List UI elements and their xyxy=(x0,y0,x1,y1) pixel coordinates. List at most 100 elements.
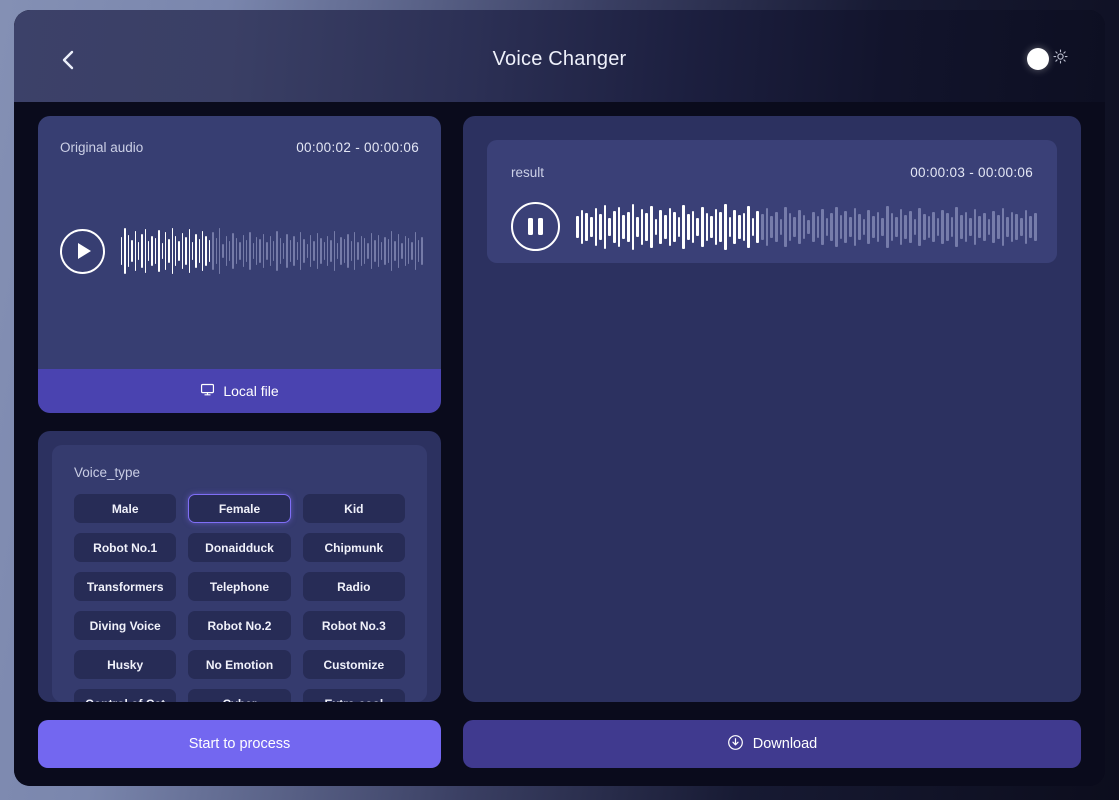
voice-type-option-label: Radio xyxy=(337,579,371,594)
voice-type-option[interactable]: Male xyxy=(74,494,177,523)
waveform-bar xyxy=(793,216,796,237)
waveform-bar xyxy=(1015,213,1018,240)
waveform-bar xyxy=(978,215,981,238)
waveform-bar xyxy=(310,235,312,267)
waveform-bar xyxy=(719,211,722,242)
play-button[interactable] xyxy=(60,228,105,274)
waveform-bar xyxy=(858,213,861,240)
waveform-bar xyxy=(330,240,332,262)
waveform-bar xyxy=(333,231,335,271)
voice-type-option[interactable]: Extra-cool xyxy=(302,689,405,702)
waveform-bar xyxy=(249,232,251,270)
waveform-bar xyxy=(733,209,736,244)
waveform-bar xyxy=(640,208,644,245)
result-time-range: 00:00:03 - 00:00:06 xyxy=(910,165,1033,180)
waveform-bar xyxy=(262,234,265,268)
waveform-bar xyxy=(626,211,630,242)
waveform-bar xyxy=(252,243,254,259)
waveform-bar xyxy=(296,242,298,260)
original-player-row xyxy=(60,228,423,274)
toggle-knob xyxy=(1027,48,1049,70)
waveform-bar xyxy=(245,240,248,262)
voice-type-option[interactable]: Kid xyxy=(302,494,405,523)
voice-type-option[interactable]: Robot No.2 xyxy=(188,611,291,640)
result-waveform[interactable] xyxy=(576,203,1037,250)
waveform-bar xyxy=(950,216,954,237)
download-label: Download xyxy=(752,736,818,752)
waveform-bar xyxy=(936,217,940,236)
voice-type-option-label: Diving Voice xyxy=(89,618,161,633)
waveform-bar xyxy=(895,216,898,237)
waveform-bar xyxy=(1020,217,1023,236)
waveform-bar xyxy=(266,242,268,260)
start-to-process-button[interactable]: Start to process xyxy=(38,720,441,768)
waveform-bar xyxy=(589,216,593,237)
waveform-bar xyxy=(1010,211,1014,242)
voice-type-option[interactable]: Control of Cat xyxy=(74,689,177,702)
voice-type-option[interactable]: Radio xyxy=(302,572,405,601)
waveform-bar xyxy=(202,231,204,271)
pause-button[interactable] xyxy=(511,202,560,251)
waveform-bar xyxy=(816,215,820,238)
waveform-bar xyxy=(613,210,616,243)
waveform-bar xyxy=(932,211,935,242)
voice-type-option[interactable]: Robot No.1 xyxy=(74,533,177,562)
voice-type-option[interactable]: Robot No.3 xyxy=(302,611,405,640)
waveform-bar xyxy=(788,212,792,241)
voice-type-option[interactable]: Chipmunk xyxy=(302,533,405,562)
device-frame: Voice Changer Original audio 00:00:02 - … xyxy=(0,0,1119,800)
waveform-bar xyxy=(1001,207,1005,246)
voice-type-option[interactable]: Female xyxy=(188,494,291,523)
theme-toggle[interactable] xyxy=(1027,46,1075,72)
voice-type-option[interactable]: Diving Voice xyxy=(74,611,177,640)
waveform-bar xyxy=(198,239,200,263)
waveform-bar xyxy=(394,241,396,261)
waveform-bar xyxy=(830,212,833,241)
original-waveform[interactable] xyxy=(121,228,423,274)
waveform-bar xyxy=(256,237,258,265)
voice-type-option-label: Husky xyxy=(107,657,144,672)
waveform-bar xyxy=(269,236,271,266)
waveform-bar xyxy=(941,209,944,244)
download-button[interactable]: Download xyxy=(463,720,1081,768)
voice-type-option[interactable]: Telephone xyxy=(188,572,291,601)
result-player-row xyxy=(511,202,1037,251)
waveform-bar xyxy=(154,238,157,264)
waveform-bar xyxy=(286,234,288,268)
waveform-bar xyxy=(272,241,275,261)
waveform-bar xyxy=(835,206,838,247)
left-column: Original audio 00:00:02 - 00:00:06 Local… xyxy=(38,116,441,768)
waveform-bar xyxy=(821,208,824,245)
voice-type-option[interactable]: Customize xyxy=(302,650,405,679)
local-file-button[interactable]: Local file xyxy=(38,369,441,413)
voice-type-option-label: Customize xyxy=(323,657,385,672)
voice-type-option[interactable]: Husky xyxy=(74,650,177,679)
waveform-bar xyxy=(222,244,224,258)
waveform-bar xyxy=(337,243,339,259)
waveform-bar xyxy=(696,217,699,236)
waveform-bar xyxy=(377,235,379,267)
waveform-bar xyxy=(710,215,713,238)
waveform-bar xyxy=(811,211,815,242)
waveform-bar xyxy=(964,211,968,242)
voice-type-option[interactable]: Donaidduck xyxy=(188,533,291,562)
voice-type-option-label: Cyber xyxy=(222,697,256,703)
waveform-bar xyxy=(603,204,607,249)
voice-type-option-label: Chipmunk xyxy=(324,540,384,555)
waveform-bar xyxy=(770,215,773,238)
waveform-bar xyxy=(225,236,227,266)
waveform-bar xyxy=(343,239,346,263)
voice-type-option[interactable]: Cyber xyxy=(188,689,291,703)
waveform-bar xyxy=(645,212,648,241)
waveform-bar xyxy=(360,236,362,266)
waveform-bar xyxy=(380,242,383,260)
waveform-bar xyxy=(714,208,718,245)
waveform-bar xyxy=(303,239,305,263)
waveform-bar xyxy=(839,214,843,239)
voice-type-grid: Male Female Kid Robot No.1 Donaidduck Chipmun… xyxy=(74,494,405,702)
waveform-bar xyxy=(1029,215,1032,238)
voice-type-option[interactable]: No Emotion xyxy=(188,650,291,679)
waveform-bar xyxy=(774,211,778,242)
voice-type-option[interactable]: Transformers xyxy=(74,572,177,601)
page-title: Voice Changer xyxy=(492,48,627,70)
